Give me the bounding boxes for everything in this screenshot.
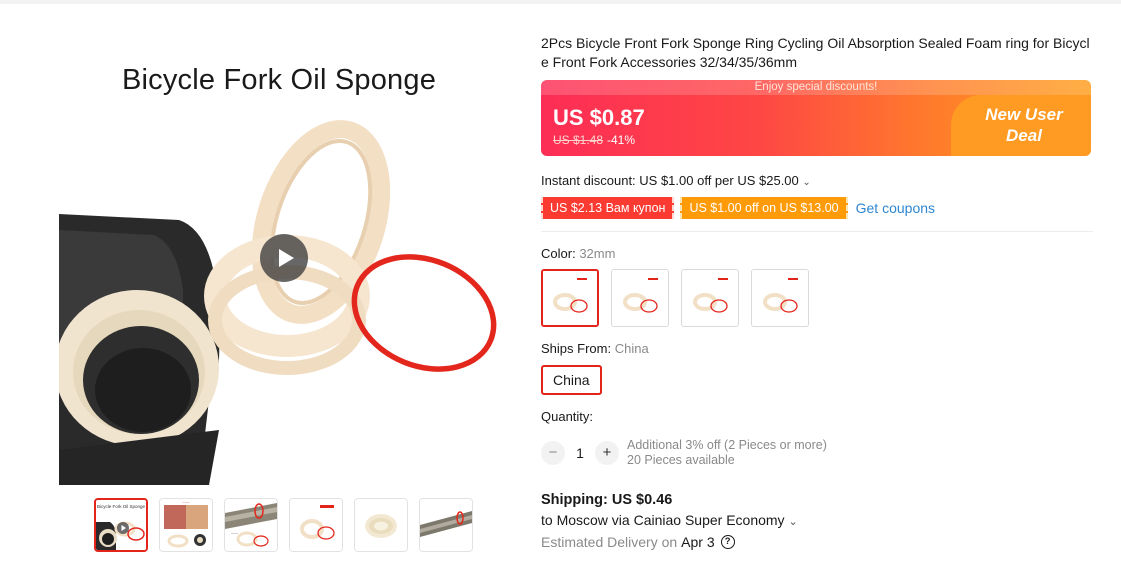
color-option-4[interactable] bbox=[751, 269, 809, 327]
thumbnail-1[interactable]: Bicycle Fork Oil Sponge bbox=[94, 498, 148, 552]
thumbnail-strip: Bicycle Fork Oil Sponge ~~~ ~~~ bbox=[94, 498, 473, 552]
ships-from-label-text: Ships From: bbox=[541, 341, 612, 356]
svg-text:~~~: ~~~ bbox=[182, 500, 190, 505]
ships-from-option-china[interactable]: China bbox=[541, 365, 602, 395]
color-label: Color: 32mm bbox=[541, 246, 1093, 261]
quantity-increase-button[interactable]: + bbox=[595, 441, 619, 465]
eta-date: Apr 3 bbox=[681, 534, 715, 550]
color-option-3[interactable] bbox=[681, 269, 739, 327]
color-option-1[interactable] bbox=[541, 269, 599, 327]
instant-discount-text: Instant discount: US $1.00 off per US $2… bbox=[541, 173, 799, 188]
original-price: US $1.48 bbox=[553, 133, 604, 147]
current-price: US $0.87 bbox=[553, 105, 645, 130]
quantity-notes: Additional 3% off (2 Pieces or more) 20 … bbox=[627, 438, 827, 468]
thumbnail-3[interactable]: ~~~ bbox=[224, 498, 278, 552]
shipping-cost: Shipping: US $0.46 bbox=[541, 492, 673, 508]
thumbnail-2[interactable]: ~~~ bbox=[159, 498, 213, 552]
shipping-route-text: to Moscow via Cainiao Super Economy bbox=[541, 512, 785, 528]
shipping-method-selector[interactable]: to Moscow via Cainiao Super Economy ⌄ bbox=[541, 512, 1093, 528]
quantity-decrease-button[interactable]: − bbox=[541, 441, 565, 465]
chevron-down-icon: ⌄ bbox=[788, 516, 798, 528]
section-divider bbox=[541, 231, 1093, 232]
ships-from-selected-value: China bbox=[614, 341, 649, 356]
quantity-input[interactable]: 1 bbox=[565, 445, 595, 461]
top-divider bbox=[0, 0, 1121, 4]
discount-caption: Enjoy special discounts! bbox=[541, 80, 1091, 95]
product-main-image[interactable]: Bicycle Fork Oil Sponge bbox=[59, 30, 499, 485]
estimated-delivery: Estimated Delivery on Apr 3 ? bbox=[541, 534, 1093, 550]
quantity-label: Quantity: bbox=[541, 409, 594, 424]
thumbnail-6[interactable] bbox=[419, 498, 473, 552]
price-banner: Enjoy special discounts! US $0.87 US $1.… bbox=[541, 80, 1091, 156]
color-swatches bbox=[541, 269, 1093, 327]
get-coupons-link[interactable]: Get coupons bbox=[856, 200, 935, 216]
play-icon bbox=[278, 249, 294, 267]
svg-text:~~~: ~~~ bbox=[231, 531, 239, 536]
color-selected-value: 32mm bbox=[579, 246, 616, 261]
instant-discount[interactable]: Instant discount: US $1.00 off per US $2… bbox=[541, 173, 1093, 188]
deal-line-2: Deal bbox=[1006, 126, 1042, 145]
quantity-stepper: − 1 + Additional 3% off (2 Pieces or mor… bbox=[541, 438, 1093, 468]
help-icon[interactable]: ? bbox=[720, 535, 735, 549]
image-title: Bicycle Fork Oil Sponge bbox=[121, 64, 437, 96]
thumbnail-4[interactable] bbox=[289, 498, 343, 552]
stock-available-note: 20 Pieces available bbox=[627, 453, 735, 467]
eta-label: Estimated Delivery on bbox=[541, 534, 678, 550]
coupon-ruble[interactable]: US $2.13 Вам купон bbox=[541, 197, 675, 219]
new-user-deal-badge: New User Deal bbox=[969, 104, 1079, 146]
coupon-store[interactable]: US $1.00 off on US $13.00 bbox=[680, 197, 848, 219]
product-title: 2Pcs Bicycle Front Fork Sponge Ring Cycl… bbox=[541, 35, 1090, 70]
color-option-2[interactable] bbox=[611, 269, 669, 327]
discount-percent: -41% bbox=[607, 133, 636, 147]
chevron-down-icon: ⌄ bbox=[802, 177, 811, 188]
coupon-row: US $2.13 Вам купон US $1.00 off on US $1… bbox=[541, 197, 1093, 219]
product-info: 2Pcs Bicycle Front Fork Sponge Ring Cycl… bbox=[541, 34, 1093, 550]
ships-from-label: Ships From: China bbox=[541, 341, 1093, 356]
deal-line-1: New User bbox=[985, 105, 1063, 124]
bulk-discount-note: Additional 3% off (2 Pieces or more) bbox=[627, 438, 827, 452]
play-video-button[interactable] bbox=[260, 234, 308, 282]
thumbnail-5[interactable] bbox=[354, 498, 408, 552]
svg-text:Bicycle Fork Oil Sponge: Bicycle Fork Oil Sponge bbox=[97, 504, 146, 509]
color-label-text: Color: bbox=[541, 246, 576, 261]
